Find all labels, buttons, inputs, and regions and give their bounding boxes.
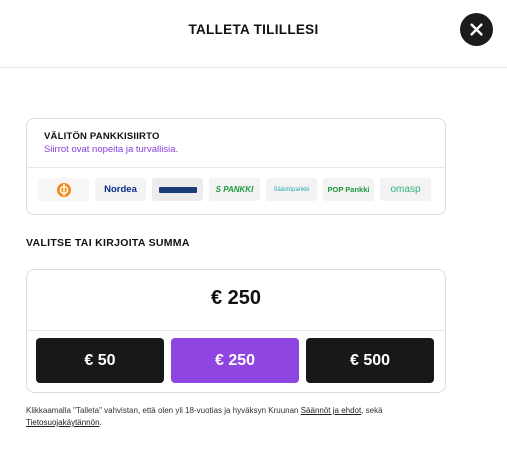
- close-button[interactable]: [460, 13, 493, 46]
- bank-transfer-subtitle: Siirrot ovat nopeita ja turvallisia.: [44, 144, 179, 155]
- close-icon: [470, 23, 483, 36]
- rules-link[interactable]: Säännöt ja ehdot: [301, 406, 362, 415]
- amount-presets: € 50 € 250 € 500: [36, 338, 434, 383]
- pop-pankki-logo: POP Pankki: [323, 178, 374, 201]
- preset-500-button[interactable]: € 500: [306, 338, 434, 383]
- terms-text-before: Klikkaamalla "Talleta" vahvistan, että o…: [26, 406, 301, 415]
- modal-header: TALLETA TILILLESI: [0, 0, 507, 68]
- divider: [27, 167, 445, 168]
- s-pankki-logo: S PANKKI: [209, 178, 260, 201]
- preset-250-button[interactable]: € 250: [171, 338, 299, 383]
- preset-50-button[interactable]: € 50: [36, 338, 164, 383]
- divider: [27, 330, 445, 331]
- danske-logo: [152, 178, 203, 201]
- bank-logos: Nordea S PANKKI Säästöpankki POP Pankki …: [38, 178, 431, 201]
- bank-transfer-card: VÄLITÖN PANKKISIIRTO Siirrot ovat nopeit…: [26, 118, 446, 215]
- privacy-link[interactable]: Tietosuojakäytännön: [26, 418, 100, 427]
- amount-card: € 50 € 250 € 500: [26, 269, 446, 393]
- saastopankki-logo: Säästöpankki: [266, 178, 317, 201]
- amount-input[interactable]: [27, 287, 445, 310]
- bank-transfer-title: VÄLITÖN PANKKISIIRTO: [44, 131, 160, 142]
- amount-heading: VALITSE TAI KIRJOITA SUMMA: [26, 237, 190, 249]
- terms-text-middle: , sekä: [361, 406, 383, 415]
- nordea-logo: Nordea: [95, 178, 146, 201]
- op-logo: [38, 178, 89, 201]
- terms-text: Klikkaamalla "Talleta" vahvistan, että o…: [26, 405, 446, 429]
- omasp-logo-text: omasp: [390, 184, 421, 195]
- modal-title: TALLETA TILILLESI: [188, 22, 319, 37]
- omasp-logo: omasp: [380, 178, 431, 201]
- terms-text-after: .: [99, 418, 102, 427]
